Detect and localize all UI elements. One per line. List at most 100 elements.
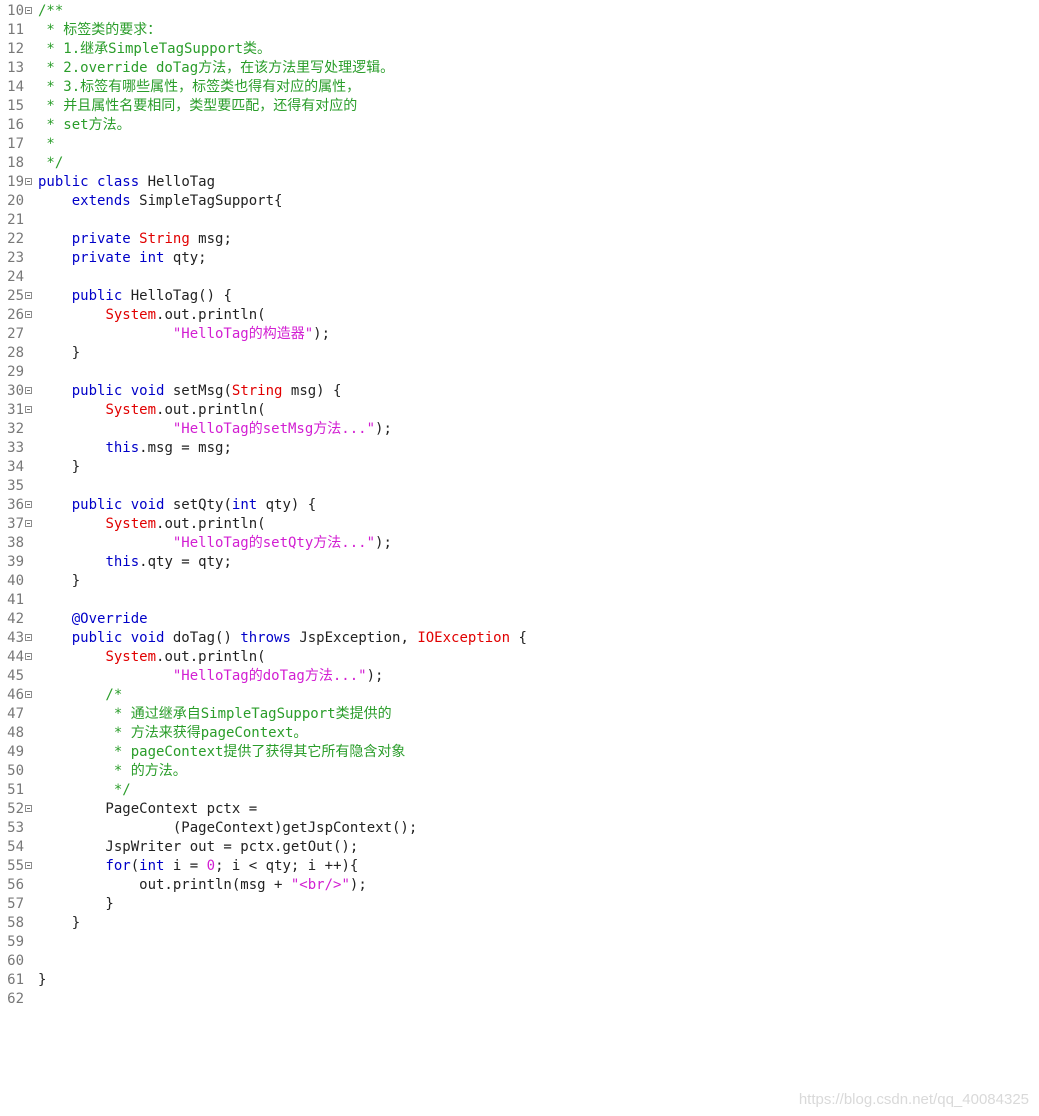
code-line[interactable]: 29 (0, 363, 1039, 382)
code-text: public class HelloTag (38, 173, 215, 192)
line-number: 32 (7, 421, 24, 437)
code-line[interactable]: 35 (0, 477, 1039, 496)
fold-collapse-icon[interactable] (25, 691, 32, 698)
code-line[interactable]: 25 public HelloTag() { (0, 287, 1039, 306)
code-line[interactable]: 62 (0, 990, 1039, 1009)
code-line[interactable]: 31 System.out.println( (0, 401, 1039, 420)
code-line[interactable]: 48 * 方法来获得pageContext。 (0, 724, 1039, 743)
fold-collapse-icon[interactable] (25, 311, 32, 318)
code-line[interactable]: 51 */ (0, 781, 1039, 800)
code-token: .qty = qty; (139, 554, 232, 570)
fold-collapse-icon[interactable] (25, 862, 32, 869)
code-line[interactable]: 42 @Override (0, 610, 1039, 629)
code-line[interactable]: 59 (0, 933, 1039, 952)
line-number: 56 (7, 877, 24, 893)
fold-collapse-icon[interactable] (25, 7, 32, 14)
code-token: * 方法来获得pageContext。 (38, 725, 308, 741)
code-line[interactable]: 10 /** (0, 2, 1039, 21)
code-line[interactable]: 39 this.qty = qty; (0, 553, 1039, 572)
code-line[interactable]: 26 System.out.println( (0, 306, 1039, 325)
code-line[interactable]: 21 (0, 211, 1039, 230)
code-line[interactable]: 11 * 标签类的要求： (0, 21, 1039, 40)
code-line[interactable]: 28 } (0, 344, 1039, 363)
code-line[interactable]: 50 * 的方法。 (0, 762, 1039, 781)
line-number: 48 (7, 725, 24, 741)
code-line[interactable]: 13 * 2.override doTag方法，在该方法里写处理逻辑。 (0, 59, 1039, 78)
code-line[interactable]: 57 } (0, 895, 1039, 914)
fold-collapse-icon[interactable] (25, 805, 32, 812)
code-line[interactable]: 24 (0, 268, 1039, 287)
code-line[interactable]: 47 * 通过继承自SimpleTagSupport类提供的 (0, 705, 1039, 724)
fold-collapse-icon[interactable] (25, 501, 32, 508)
code-line[interactable]: 36 public void setQty(int qty) { (0, 496, 1039, 515)
code-line[interactable]: 55 for(int i = 0; i < qty; i ++){ (0, 857, 1039, 876)
code-line[interactable]: 37 System.out.println( (0, 515, 1039, 534)
code-line[interactable]: 49 * pageContext提供了获得其它所有隐含对象 (0, 743, 1039, 762)
code-line[interactable]: 34 } (0, 458, 1039, 477)
line-number: 24 (7, 269, 24, 285)
code-line[interactable]: 22 private String msg; (0, 230, 1039, 249)
code-line[interactable]: 12 * 1.继承SimpleTagSupport类。 (0, 40, 1039, 59)
code-line[interactable]: 40 } (0, 572, 1039, 591)
fold-collapse-icon[interactable] (25, 387, 32, 394)
code-line[interactable]: 60 (0, 952, 1039, 971)
code-line[interactable]: 16 * set方法。 (0, 116, 1039, 135)
code-line[interactable]: 61} (0, 971, 1039, 990)
line-number: 15 (7, 98, 24, 114)
code-line[interactable]: 33 this.msg = msg; (0, 439, 1039, 458)
fold-collapse-icon[interactable] (25, 653, 32, 660)
fold-collapse-icon[interactable] (25, 634, 32, 641)
code-line[interactable]: 38 "HelloTag的setQty方法..."); (0, 534, 1039, 553)
code-line[interactable]: 44 System.out.println( (0, 648, 1039, 667)
code-line[interactable]: 18 */ (0, 154, 1039, 173)
watermark: https://blog.csdn.net/qq_40084325 (798, 1091, 1029, 1108)
fold-collapse-icon[interactable] (25, 406, 32, 413)
code-line[interactable]: 43 public void doTag() throws JspExcepti… (0, 629, 1039, 648)
code-line[interactable]: 41 (0, 591, 1039, 610)
code-line[interactable]: 32 "HelloTag的setMsg方法..."); (0, 420, 1039, 439)
code-line[interactable]: 45 "HelloTag的doTag方法..."); (0, 667, 1039, 686)
code-token: for (105, 858, 131, 874)
code-line[interactable]: 30 public void setMsg(String msg) { (0, 382, 1039, 401)
line-number: 46 (7, 687, 24, 703)
code-token: void (130, 630, 165, 646)
code-editor[interactable]: 10/** 11 * 标签类的要求： 12 * 1.继承SimpleTagSuppo… (0, 2, 1039, 1009)
code-line[interactable]: 54 JspWriter out = pctx.getOut(); (0, 838, 1039, 857)
code-token: ); (366, 668, 384, 684)
code-line[interactable]: 52 PageContext pctx = (0, 800, 1039, 819)
code-line[interactable]: 20 extends SimpleTagSupport{ (0, 192, 1039, 211)
fold-collapse-icon[interactable] (25, 292, 32, 299)
code-line[interactable]: 46 /* (0, 686, 1039, 705)
line-number: 40 (7, 573, 24, 589)
line-number: 41 (7, 592, 24, 608)
code-line[interactable]: 17 * (0, 135, 1039, 154)
line-number: 18 (7, 155, 24, 171)
fold-collapse-icon[interactable] (25, 178, 32, 185)
code-token: int (139, 858, 165, 874)
line-number: 17 (7, 136, 24, 152)
code-text: * 通过继承自SimpleTagSupport类提供的 (38, 705, 392, 724)
code-token: public (71, 497, 123, 513)
code-line[interactable]: 19 public class HelloTag (0, 173, 1039, 192)
code-line[interactable]: 14 * 3.标签有哪些属性，标签类也得有对应的属性， (0, 78, 1039, 97)
code-line[interactable]: 56 out.println(msg + "<br/>"); (0, 876, 1039, 895)
code-token: * 3.标签有哪些属性，标签类也得有对应的属性， (38, 79, 361, 95)
code-text: */ (38, 154, 63, 173)
line-number: 19 (7, 174, 24, 190)
code-line[interactable]: 53 (PageContext)getJspContext(); (0, 819, 1039, 838)
code-token: .out.println( (156, 516, 266, 532)
fold-collapse-icon[interactable] (25, 520, 32, 527)
code-token: extends (71, 193, 131, 209)
code-token: "<br/>" (290, 877, 350, 893)
code-line[interactable]: 58 } (0, 914, 1039, 933)
code-text: * 方法来获得pageContext。 (38, 724, 308, 743)
code-line[interactable]: 15 * 并且属性名要相同，类型要匹配，还得有对应的 (0, 97, 1039, 116)
line-number: 38 (7, 535, 24, 551)
code-token: } (38, 459, 81, 475)
code-line[interactable]: 23 private int qty; (0, 249, 1039, 268)
code-line[interactable]: 27 "HelloTag的构造器"); (0, 325, 1039, 344)
code-text: } (38, 971, 46, 990)
